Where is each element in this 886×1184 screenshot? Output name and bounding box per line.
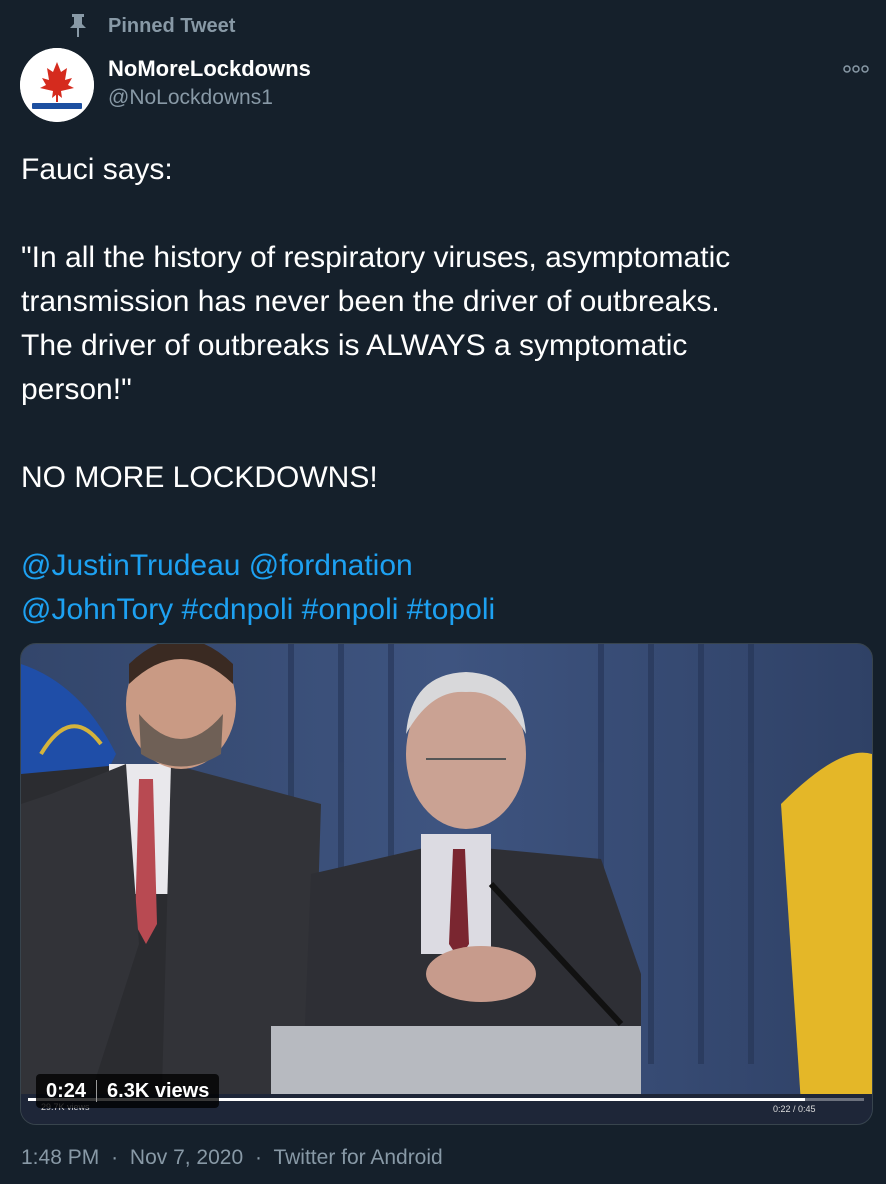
- tweet-quote-line: transmission has never been the driver o…: [21, 285, 720, 318]
- avatar[interactable]: [20, 48, 94, 122]
- tweet-source[interactable]: Twitter for Android: [273, 1146, 442, 1169]
- more-icon[interactable]: [838, 56, 874, 82]
- tweet-shout: NO MORE LOCKDOWNS!: [21, 461, 378, 494]
- hashtag-link[interactable]: #topoli: [407, 593, 495, 626]
- meta-dot: ·: [111, 1146, 119, 1169]
- inner-video-time: 0:22 / 0:45: [773, 1104, 816, 1114]
- tweet-time[interactable]: 1:48 PM: [21, 1146, 99, 1169]
- pinned-indicator: Pinned Tweet: [64, 12, 235, 40]
- meta-dot: ·: [255, 1146, 262, 1169]
- hashtag-link[interactable]: #cdnpoli: [182, 593, 294, 626]
- tweet-mentions-row: @JustinTrudeau @fordnation: [21, 544, 871, 588]
- video-time-badge: 0:24 6.3K views: [36, 1074, 220, 1108]
- video-player[interactable]: 29.7K views 0:22 / 0:45: [20, 643, 873, 1125]
- tweet-quote-line: The driver of outbreaks is ALWAYS a symp…: [21, 329, 688, 362]
- mention-link[interactable]: @fordnation: [249, 549, 413, 582]
- video-frame: [21, 644, 872, 1124]
- author-display-name[interactable]: NoMoreLockdowns: [108, 56, 311, 82]
- tweet-line-intro: Fauci says:: [21, 153, 173, 186]
- author-handle[interactable]: @NoLockdowns1: [108, 86, 273, 110]
- tweet-hashtags-row: @JohnTory #cdnpoli #onpoli #topoli: [21, 588, 871, 632]
- tweet-quote-line: person!": [21, 373, 132, 406]
- tweet-quote-line: "In all the history of respiratory virus…: [21, 241, 731, 274]
- pin-icon: [64, 12, 92, 40]
- tweet-date[interactable]: Nov 7, 2020: [130, 1146, 243, 1169]
- tweet-meta: 1:48 PM · Nov 7, 2020 · Twitter for Andr…: [21, 1146, 449, 1170]
- video-duration: 0:24: [46, 1079, 87, 1102]
- hashtag-link[interactable]: #onpoli: [302, 593, 399, 626]
- mention-link[interactable]: @JustinTrudeau: [21, 549, 240, 582]
- pinned-label: Pinned Tweet: [108, 14, 236, 37]
- mention-link[interactable]: @JohnTory: [21, 593, 173, 626]
- tweet-text: Fauci says: "In all the history of respi…: [21, 148, 871, 632]
- video-views: 6.3K views: [107, 1079, 210, 1102]
